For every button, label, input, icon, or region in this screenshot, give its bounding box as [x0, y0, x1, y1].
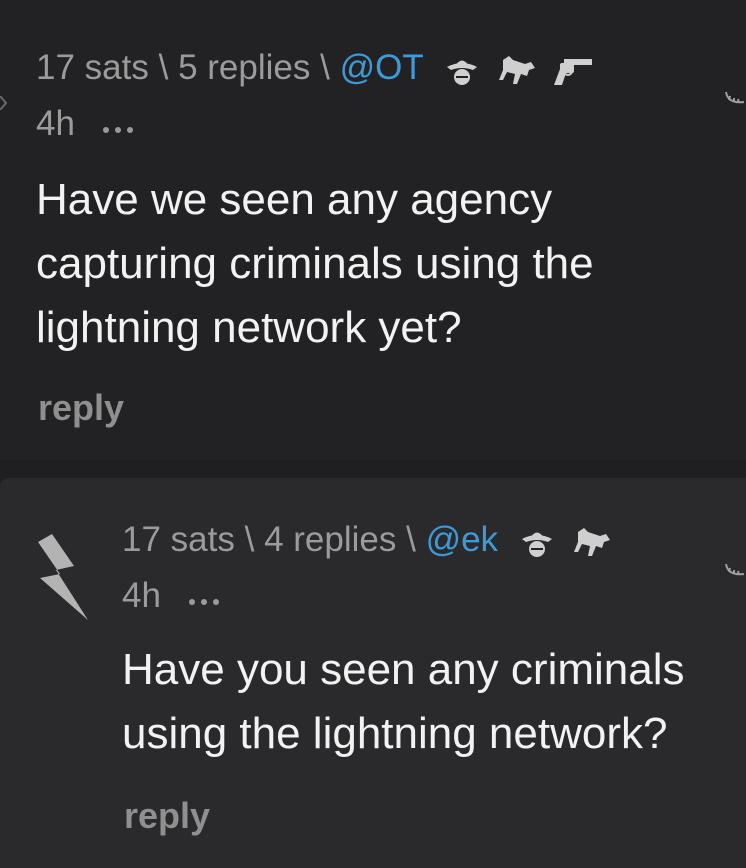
replies-count[interactable]: 5 replies [178, 48, 310, 87]
comment-body: Have you seen any criminals using the li… [122, 645, 685, 758]
meta-separator: \ [244, 520, 255, 559]
thread-line-icon [0, 96, 8, 110]
sats-count[interactable]: 17 sats [36, 48, 149, 87]
comment-meta: 17 sats \ 5 replies \ @OT [36, 48, 598, 90]
timestamp[interactable]: 4h [122, 576, 161, 615]
sats-count[interactable]: 17 sats [122, 520, 235, 559]
collapse-toggle-icon[interactable] [724, 88, 746, 110]
collapse-toggle-icon[interactable] [724, 560, 746, 582]
user-badges [443, 50, 598, 90]
horse-icon [498, 55, 535, 84]
revolver-icon [554, 58, 593, 85]
user-badges [518, 522, 616, 562]
username-link[interactable]: @OT [340, 48, 424, 87]
comment-time-row: 4h [36, 104, 139, 146]
reply-button[interactable]: reply [38, 388, 124, 428]
comment-thread: 17 sats \ 5 replies \ @OT 4h Have we see… [0, 0, 746, 868]
comment-time-row: 4h [122, 576, 225, 618]
more-options-icon[interactable] [188, 574, 225, 614]
cowboy-hat-icon [446, 60, 477, 85]
comment-body: Have we seen any agency capturing crimin… [36, 175, 594, 352]
timestamp[interactable]: 4h [36, 104, 75, 143]
more-options-icon[interactable] [102, 102, 139, 142]
lightning-bolt-icon[interactable] [34, 534, 92, 620]
comment-parent: 17 sats \ 5 replies \ @OT 4h Have we see… [0, 0, 746, 460]
cowboy-hat-icon [521, 532, 552, 557]
replies-count[interactable]: 4 replies [264, 520, 396, 559]
reply-button[interactable]: reply [124, 796, 210, 836]
meta-separator: \ [320, 48, 330, 87]
comment-child: 17 sats \ 4 replies \ @ek 4h Have you se… [0, 478, 746, 868]
username-link[interactable]: @ek [426, 520, 499, 559]
meta-separator: \ [406, 520, 416, 559]
meta-separator: \ [158, 48, 169, 87]
comment-meta: 17 sats \ 4 replies \ @ek [122, 520, 616, 562]
horse-icon [573, 527, 610, 556]
